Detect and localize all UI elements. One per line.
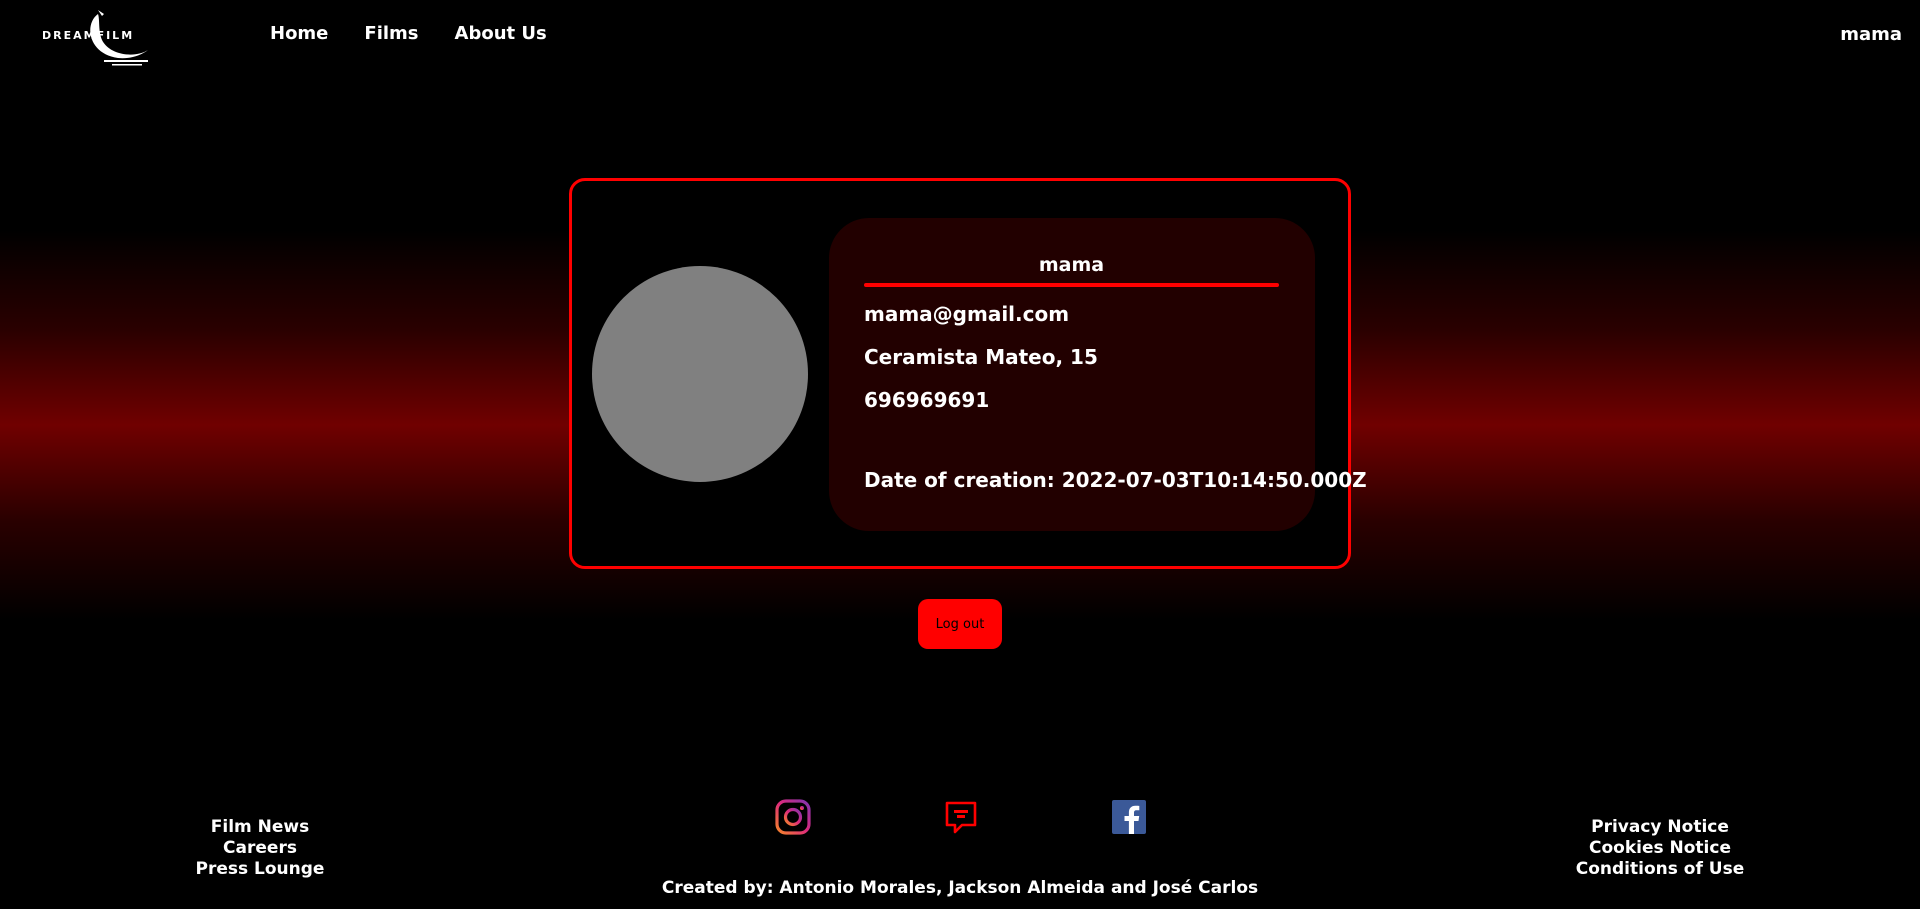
profile-username: mama xyxy=(1038,254,1105,276)
logout-button[interactable]: Log out xyxy=(918,599,1002,649)
nav-about-us[interactable]: About Us xyxy=(455,23,547,44)
profile-created-date: Date of creation: 2022-07-03T10:14:50.00… xyxy=(864,468,1367,492)
divider xyxy=(864,283,1279,287)
footer-link-careers[interactable]: Careers xyxy=(160,838,360,859)
profile-phone: 696969691 xyxy=(864,388,990,412)
profile-card: mama mama@gmail.com Ceramista Mateo, 15 … xyxy=(569,178,1367,569)
nav-films[interactable]: Films xyxy=(364,23,418,44)
footer-right-links: Privacy Notice Cookies Notice Conditions… xyxy=(1560,817,1760,880)
profile-address: Ceramista Mateo, 15 xyxy=(864,345,1098,369)
avatar xyxy=(592,266,808,482)
footer-link-cookies-notice[interactable]: Cookies Notice xyxy=(1560,838,1760,859)
chat-icon[interactable] xyxy=(942,798,980,836)
footer-link-film-news[interactable]: Film News xyxy=(160,817,360,838)
facebook-icon[interactable] xyxy=(1110,798,1148,836)
profile-info-panel: mama mama@gmail.com Ceramista Mateo, 15 … xyxy=(829,218,1367,531)
logo-text: DREAMFILM xyxy=(42,29,135,42)
nav-user-menu[interactable]: mama xyxy=(1840,24,1902,45)
footer-link-privacy-notice[interactable]: Privacy Notice xyxy=(1560,817,1760,838)
footer-left-links: Film News Careers Press Lounge xyxy=(160,817,360,880)
instagram-icon[interactable] xyxy=(774,798,812,836)
profile-email: mama@gmail.com xyxy=(864,302,1070,326)
footer-credits: Created by: Antonio Morales, Jackson Alm… xyxy=(661,878,1259,898)
footer-link-conditions-of-use[interactable]: Conditions of Use xyxy=(1560,859,1760,880)
main-nav: Home Films About Us xyxy=(270,23,547,44)
nav-home[interactable]: Home xyxy=(270,23,328,44)
navbar: DREAMFILM Home Films About Us mama xyxy=(0,0,1920,72)
dreamfilm-logo[interactable]: DREAMFILM xyxy=(40,10,152,66)
footer-link-press-lounge[interactable]: Press Lounge xyxy=(160,859,360,880)
